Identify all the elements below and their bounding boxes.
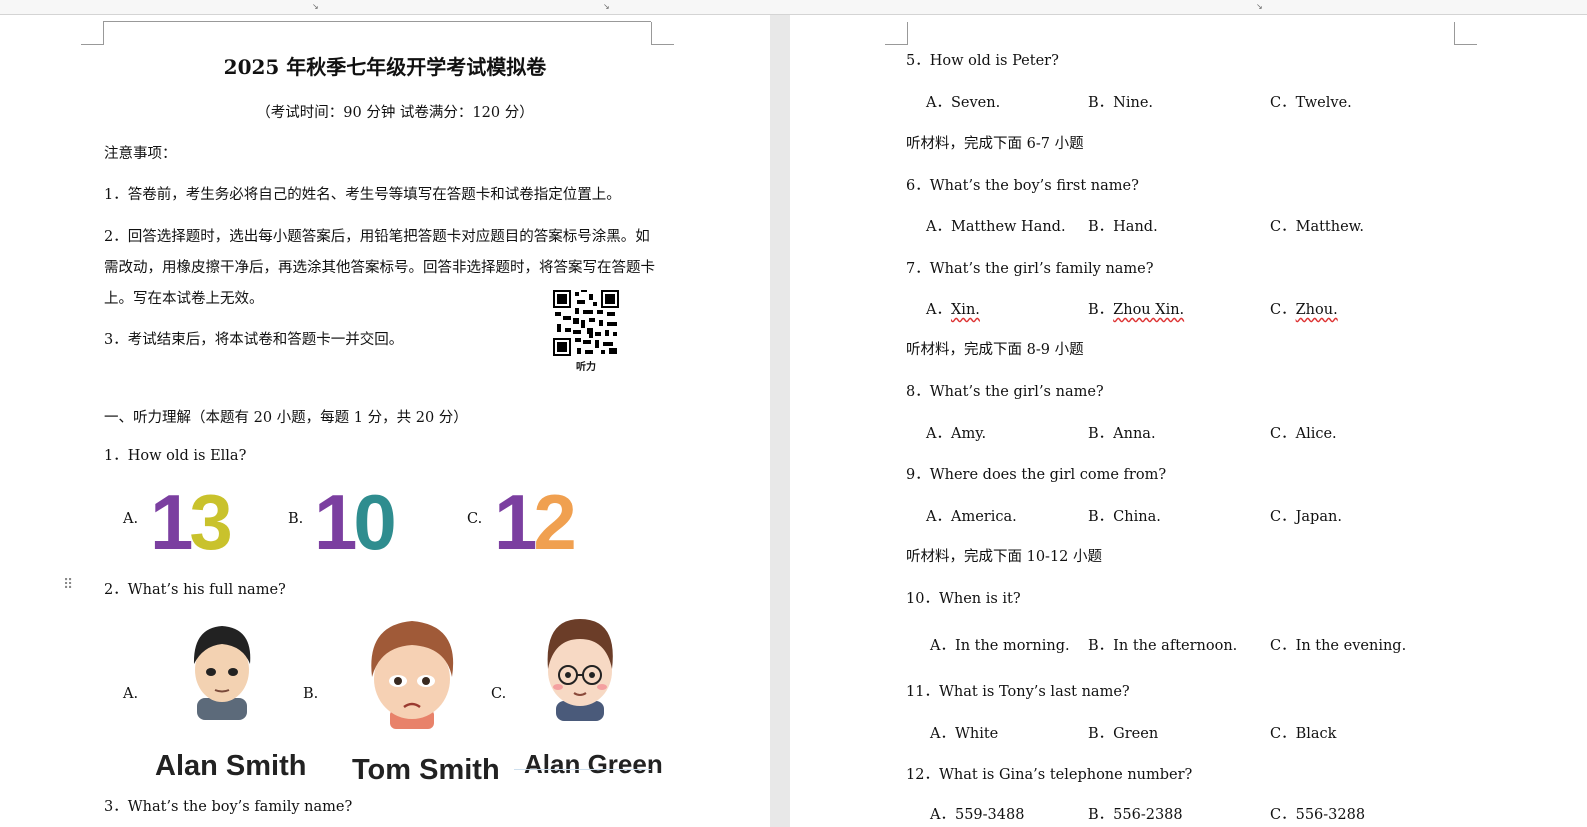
notice-heading: 注意事项： — [104, 146, 177, 162]
question-1: 1．How old is Ella? — [104, 448, 247, 464]
answer-option-b: B．Nine. — [1088, 95, 1154, 111]
exam-subtitle: （考试时间：90 分钟 试卷满分：120 分） — [256, 105, 534, 121]
horizontal-ruler[interactable]: ↘ ↘ ↘ — [0, 0, 1587, 15]
notice-item-2-cont: 上。写在本试卷上无效。 — [104, 291, 264, 307]
option-image-12: 12 — [494, 478, 577, 566]
notice-item-1: 1．答卷前，考生务必将自己的姓名、考生号等填写在答题卡和试卷指定位置上。 — [104, 187, 621, 203]
answer-option-b: B．Hand. — [1088, 219, 1158, 235]
question: 12．What is Gina’s telephone number? — [906, 767, 1193, 783]
answer-option-b: B．Anna. — [1088, 426, 1156, 442]
answer-option-a: A．Matthew Hand. — [926, 219, 1066, 235]
answer-option-c: C．In the evening. — [1270, 638, 1407, 654]
document-page-1: 2025 年秋季七年级开学考试模拟卷 （考试时间：90 分钟 试卷满分：120 … — [0, 15, 770, 827]
answer-option-a: A．In the morning. — [930, 638, 1070, 654]
option-caption: Alan Green — [524, 749, 663, 779]
answer-option-b: B．Zhou Xin. — [1088, 302, 1185, 318]
document-page-2: 5．How old is Peter? A．Seven. B．Nine. C．Twel… — [790, 15, 1587, 827]
boy-face-image — [371, 621, 454, 729]
question-3: 3．What’s the boy’s family name? — [104, 799, 353, 815]
option-label: A. — [123, 511, 139, 527]
option-image-10: 10 — [314, 478, 397, 566]
answer-option-a: A．White — [930, 726, 999, 742]
answer-option-a: A．Xin. — [926, 302, 980, 318]
question: 7．What’s the girl’s family name? — [906, 261, 1154, 277]
option-label: C. — [491, 686, 507, 702]
answer-option-b: B．China. — [1088, 509, 1161, 525]
answer-option-c: C．Matthew. — [1270, 219, 1364, 235]
margin-corner-mark — [81, 22, 104, 45]
answer-option-c: C．Zhou. — [1270, 302, 1338, 318]
option-label: A. — [123, 686, 139, 702]
option-label: B. — [303, 686, 319, 702]
answer-option-b: B．556-2388 — [1088, 807, 1183, 823]
answer-option-c: C．Japan. — [1270, 509, 1342, 525]
tab-stop-icon[interactable]: ↘ — [312, 2, 319, 11]
tab-stop-icon[interactable]: ↘ — [603, 2, 610, 11]
answer-option-c: C．556-3288 — [1270, 807, 1366, 823]
answer-option-c: C．Black — [1270, 726, 1337, 742]
answer-option-a: A．559-3488 — [930, 807, 1025, 823]
option-caption: Alan Smith — [155, 750, 307, 782]
spellcheck-word[interactable]: Zhou. — [1296, 302, 1338, 318]
answer-option-a: A．America. — [926, 509, 1017, 525]
answer-option-c: C．Alice. — [1270, 426, 1337, 442]
option-image-13: 13 — [150, 478, 233, 566]
answer-option-b: B．In the afternoon. — [1088, 638, 1238, 654]
answer-option-a: A．Seven. — [926, 95, 1001, 111]
listening-group-heading: 听材料，完成下面 6-7 小题 — [906, 136, 1084, 152]
margin-corner-mark — [885, 22, 908, 45]
option-caption: Tom Smith — [352, 754, 500, 786]
answer-option-a: A．Amy. — [926, 426, 987, 442]
notice-item-2-cont: 需改动，用橡皮擦干净后，再选涂其他答案标号。回答非选择题时，将答案写在答题卡 — [104, 260, 655, 276]
question: 10．When is it? — [906, 591, 1021, 607]
question: 5．How old is Peter? — [906, 53, 1059, 69]
option-label: B. — [288, 511, 304, 527]
caption-underline — [514, 769, 651, 770]
section-heading-listening: 一、听力理解（本题有 20 小题，每题 1 分，共 20 分） — [104, 410, 468, 426]
question: 8．What’s the girl’s name? — [906, 384, 1104, 400]
boy-face-image — [547, 619, 613, 721]
header-line — [103, 21, 651, 22]
exam-title: 2025 年秋季七年级开学考试模拟卷 — [223, 55, 547, 79]
boy-face-image — [193, 626, 251, 720]
tab-stop-icon[interactable]: ↘ — [1256, 2, 1263, 11]
qr-code-image — [553, 290, 619, 356]
listening-group-heading: 听材料，完成下面 8-9 小题 — [906, 342, 1084, 358]
question: 6．What’s the boy’s first name? — [906, 178, 1139, 194]
margin-corner-mark — [1454, 22, 1477, 45]
notice-item-3: 3．考试结束后，将本试卷和答题卡一并交回。 — [104, 332, 404, 348]
qr-caption: 听力 — [576, 362, 596, 373]
question-2: 2．What’s his full name? — [104, 582, 286, 598]
listening-group-heading: 听材料，完成下面 10-12 小题 — [906, 549, 1103, 565]
option-label: C. — [467, 511, 483, 527]
answer-option-c: C．Twelve. — [1270, 95, 1352, 111]
question: 9．Where does the girl come from? — [906, 467, 1167, 483]
margin-corner-mark — [651, 22, 674, 45]
spellcheck-word[interactable]: Xin. — [951, 302, 980, 318]
answer-option-b: B．Green — [1088, 726, 1159, 742]
spellcheck-word[interactable]: Zhou Xin. — [1113, 302, 1184, 318]
drag-handle-icon[interactable]: ⠿ — [63, 577, 73, 593]
question: 11．What is Tony’s last name? — [906, 684, 1130, 700]
notice-item-2: 2．回答选择题时，选出每小题答案后，用铅笔把答题卡对应题目的答案标号涂黑。如 — [104, 229, 650, 245]
